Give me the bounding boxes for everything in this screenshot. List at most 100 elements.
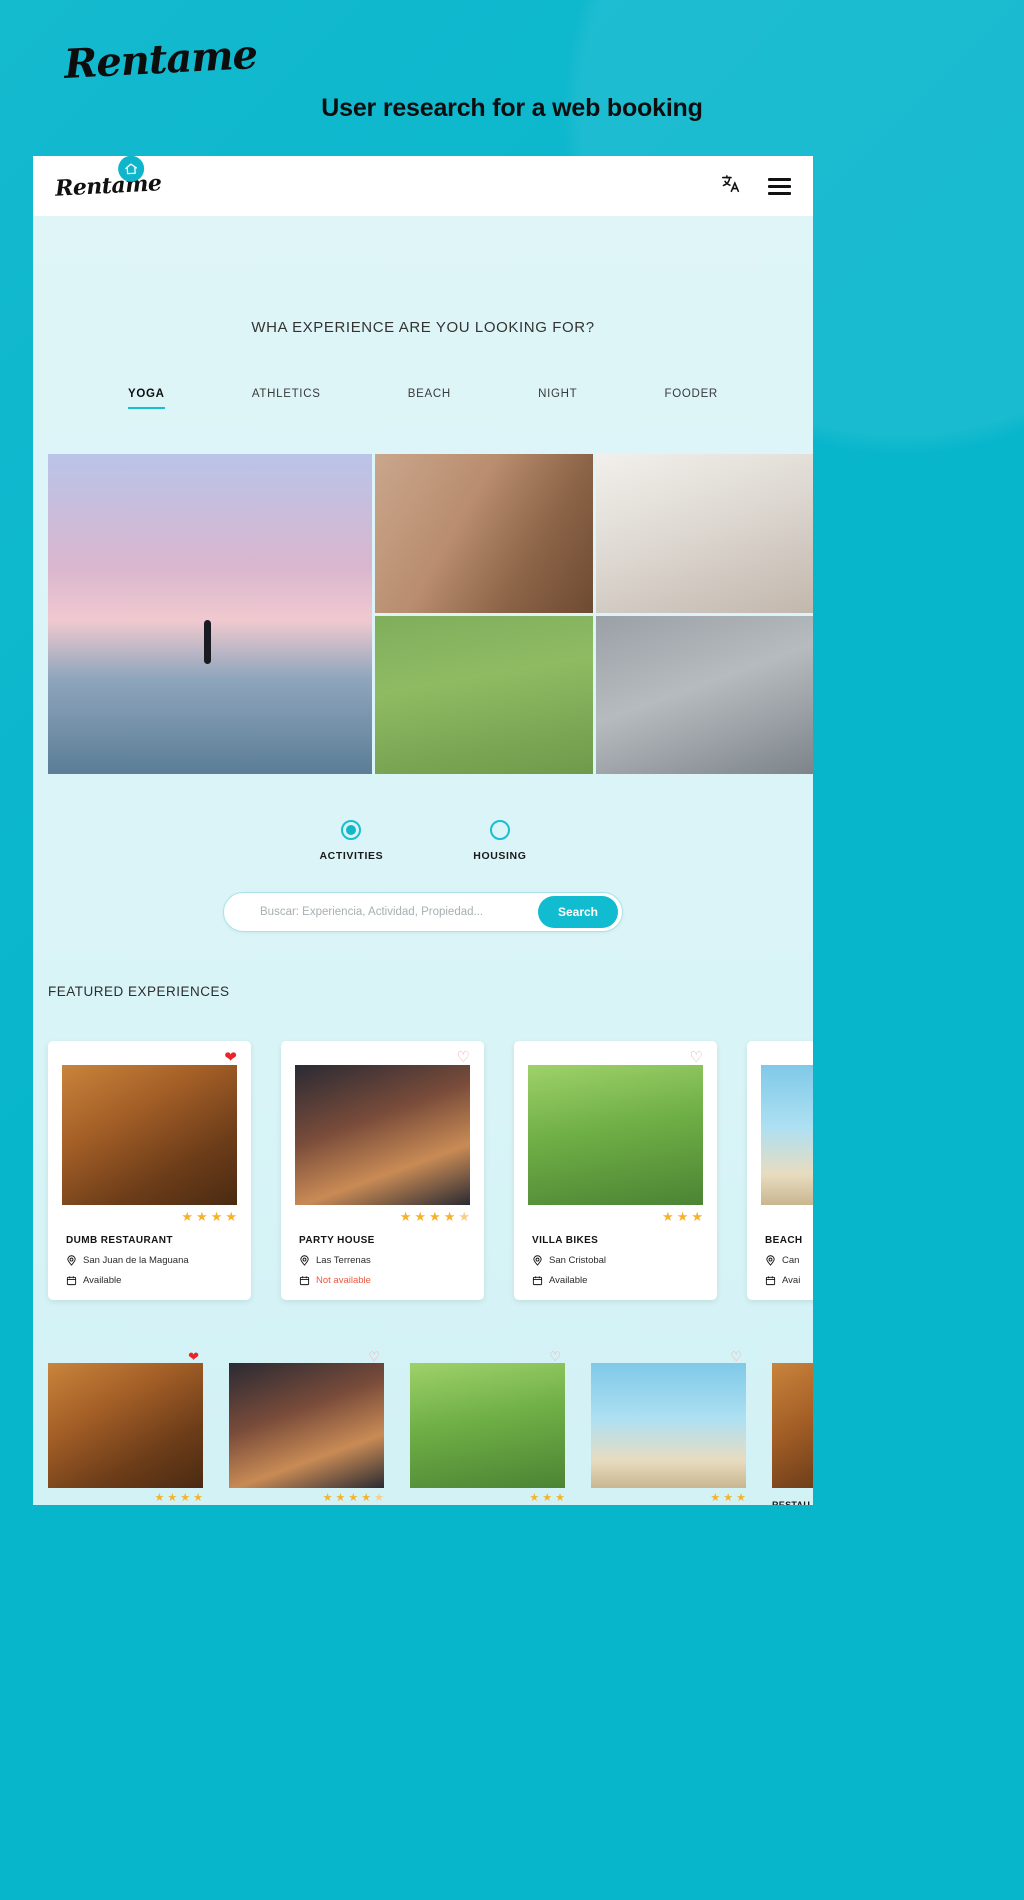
tab-beach[interactable]: BEACH: [408, 388, 451, 409]
location-pin-icon: [533, 1255, 542, 1266]
gallery-row-top: [375, 454, 813, 613]
card-location-text: San Juan de la Maguana: [83, 1255, 189, 1266]
card-image: [761, 1065, 813, 1205]
poster-logo: Rentame: [62, 30, 259, 89]
hero-section: WHA EXPERIENCE ARE YOU LOOKING FOR? YOGA…: [33, 216, 813, 1505]
featured-cards-carousel[interactable]: ❤ ★ ★ ★ ★ DUMB RESTAURANT San Juan de la Ma…: [48, 1041, 813, 1300]
location-pin-icon: [67, 1255, 76, 1266]
list-item[interactable]: ❤ ★★★★ DUMB RESTAURANT: [48, 1349, 204, 1505]
card-availability: Avai: [765, 1275, 813, 1286]
card-image: [229, 1363, 384, 1488]
calendar-icon: [765, 1276, 776, 1286]
gallery-image-wall-handstand-yoga[interactable]: [595, 615, 813, 774]
tab-athletics[interactable]: ATHLETICS: [252, 388, 321, 409]
secondary-cards-carousel[interactable]: ❤ ★★★★ DUMB RESTAURANT ♡ ★★★★★ PARTY HOU…: [48, 1349, 813, 1505]
navbar-logo[interactable]: Rentame: [54, 156, 163, 202]
rating-stars: [772, 1488, 813, 1491]
rating-stars: ★★★: [747, 1205, 813, 1225]
gallery-grid: [48, 454, 813, 774]
rating-stars: ★ ★ ★ ★ ★: [322, 1492, 384, 1504]
card-image: [48, 1363, 203, 1488]
browser-mockup: Rentame WHA EXPERIENCE ARE YOU LOOKING F…: [33, 156, 813, 1505]
navbar: Rentame: [33, 156, 813, 216]
gallery-image-beach-sunset-yoga[interactable]: [48, 454, 373, 774]
card-title: DUMB RESTAURANT: [66, 1235, 173, 1246]
radio-housing-label: HOUSING: [473, 850, 527, 862]
calendar-icon: [66, 1276, 77, 1286]
radio-activities[interactable]: ACTIVITIES: [320, 820, 384, 862]
favorite-heart-icon[interactable]: ♡: [730, 1349, 742, 1365]
list-item[interactable]: ♡ ★★★★★ PARTY HOUSE: [229, 1349, 384, 1505]
search-bar: Search: [223, 892, 623, 932]
radio-activities-icon: [341, 820, 362, 840]
rating-stars: ★ ★ ★ ★: [154, 1492, 204, 1504]
hero-title: WHA EXPERIENCE ARE YOU LOOKING FOR?: [251, 319, 595, 336]
rating-stars: ★ ★ ★ ★: [181, 1209, 237, 1224]
experience-card[interactable]: ♡ ★★★ BEACH Can Avai: [747, 1041, 813, 1300]
translate-icon[interactable]: [720, 173, 742, 200]
gallery-image-floor-stretch-yoga[interactable]: [375, 454, 593, 613]
card-availability: Not available: [299, 1275, 484, 1286]
gallery-image-studio-meditation-yoga[interactable]: [595, 454, 813, 613]
card-image: [528, 1065, 703, 1205]
navbar-actions: [720, 173, 791, 200]
gallery-right-column: [375, 454, 813, 774]
card-image: [410, 1363, 565, 1488]
card-image: [62, 1065, 237, 1205]
poster-title: User research for a web booking: [321, 94, 703, 122]
location-pin-icon: [766, 1255, 775, 1266]
calendar-icon: [299, 1276, 310, 1286]
radio-housing-icon: [489, 820, 510, 840]
radio-activities-label: ACTIVITIES: [319, 850, 384, 862]
card-availability-text: Not available: [316, 1275, 371, 1286]
card-title: PARTY HOUSE: [299, 1235, 375, 1246]
card-location-text: Las Terrenas: [316, 1255, 371, 1266]
category-tabs: YOGA ATHLETICS BEACH NIGHT FOODER: [128, 388, 718, 409]
search-section: Search: [33, 892, 813, 932]
gallery-image-outdoor-grass-yoga[interactable]: [375, 615, 593, 774]
rating-stars: ★★★: [710, 1492, 746, 1504]
location-pin-icon: [300, 1255, 309, 1266]
favorite-heart-icon[interactable]: ❤: [188, 1349, 199, 1365]
card-image: [295, 1065, 470, 1205]
card-title: VILLA BIKES: [532, 1235, 599, 1246]
tab-night[interactable]: NIGHT: [538, 388, 577, 409]
favorite-heart-icon[interactable]: ♡: [368, 1349, 380, 1365]
favorite-heart-icon[interactable]: ♡: [690, 1050, 703, 1065]
favorite-heart-icon[interactable]: ❤: [224, 1050, 237, 1065]
card-availability: Available: [66, 1275, 251, 1286]
card-image: [591, 1363, 746, 1488]
card-location-text: San Cristobal: [549, 1255, 607, 1266]
search-button[interactable]: Search: [537, 896, 618, 928]
hamburger-menu-icon[interactable]: [768, 177, 791, 195]
card-title: RESTAU: [772, 1500, 811, 1505]
card-image: [772, 1363, 813, 1488]
rating-stars: ★★★: [662, 1209, 703, 1224]
experience-card[interactable]: ♡ ★ ★ ★ VILLA BIKES San Cristobal Availabl…: [514, 1041, 717, 1300]
card-availability-text: Available: [549, 1275, 588, 1286]
tab-fooder[interactable]: FOODER: [665, 388, 718, 409]
experience-card[interactable]: ♡ ★ ★ ★ ★ ★ PARTY HOUSE Las Terrenas Not ava…: [281, 1041, 484, 1300]
favorite-heart-icon[interactable]: ♡: [549, 1349, 561, 1365]
navbar-logo-text: Rentame: [54, 170, 163, 202]
card-availability-text: Avai: [782, 1275, 801, 1286]
card-location: Las Terrenas: [299, 1255, 484, 1266]
card-location: San Cristobal: [532, 1255, 717, 1266]
card-location-text: Can: [782, 1255, 800, 1266]
radio-housing[interactable]: HOUSING: [473, 820, 526, 862]
experience-card[interactable]: ❤ ★ ★ ★ ★ DUMB RESTAURANT San Juan de la Ma…: [48, 1041, 251, 1300]
list-item[interactable]: ♡ ★★★ DOLPHINS BEACH: [591, 1349, 746, 1505]
calendar-icon: [532, 1276, 543, 1286]
gallery-row-bottom: [375, 615, 813, 774]
list-item[interactable]: RESTAU: [772, 1363, 813, 1505]
card-availability-text: Available: [83, 1275, 122, 1286]
list-item[interactable]: ♡ ★★★ VILLA BIKES: [410, 1349, 565, 1505]
search-mode-toggle: ACTIVITIES HOUSING: [33, 820, 813, 862]
card-title: BEACH: [765, 1235, 803, 1246]
card-location: San Juan de la Maguana: [66, 1255, 251, 1266]
rating-stars: ★★★: [529, 1492, 565, 1504]
card-location: Can: [765, 1255, 813, 1266]
favorite-heart-icon[interactable]: ♡: [457, 1050, 470, 1065]
tab-yoga[interactable]: YOGA: [128, 388, 165, 409]
search-input[interactable]: [260, 906, 538, 918]
